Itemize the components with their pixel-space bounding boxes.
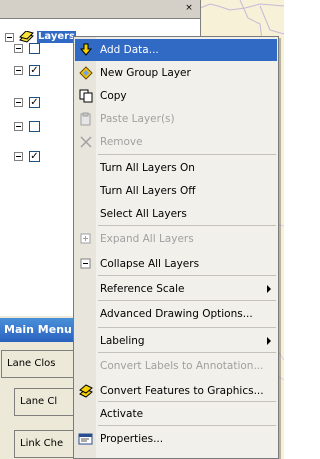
- menu-item-labeling[interactable]: Labeling: [75, 330, 277, 352]
- menu-item-label: Convert Features to Graphics...: [100, 385, 264, 397]
- menu-separator: [98, 352, 276, 353]
- menu-separator: [98, 225, 276, 226]
- collapse-toggle-icon[interactable]: [14, 66, 23, 75]
- menu-icon-slot: [76, 159, 96, 177]
- toc-title-bar: ×: [0, 0, 200, 19]
- layer-visibility-checkbox[interactable]: [29, 43, 40, 54]
- menu-item-reference-scale[interactable]: Reference Scale: [75, 278, 277, 300]
- menu-item-label: Collapse All Layers: [100, 258, 200, 270]
- main-menu-title[interactable]: Main Menu: [0, 318, 80, 342]
- menu-icon-slot: [76, 332, 96, 350]
- close-icon[interactable]: ×: [184, 3, 194, 13]
- collapse-toggle-icon[interactable]: [14, 44, 23, 53]
- menu-item-activate[interactable]: Activate: [75, 403, 277, 425]
- menu-item-copy[interactable]: Copy: [75, 85, 277, 107]
- menu-icon-slot: [76, 405, 96, 423]
- new-group-layer-icon: [76, 64, 96, 82]
- menu-separator: [98, 275, 276, 276]
- add-data-icon: [76, 41, 96, 59]
- layer-row[interactable]: ✓: [14, 96, 40, 109]
- menu-item-expand-all-layers[interactable]: Expand All Layers: [75, 228, 277, 250]
- paste-icon: [76, 110, 96, 128]
- layer-row[interactable]: ✓: [14, 150, 40, 163]
- remove-icon: [76, 133, 96, 151]
- menu-item-remove[interactable]: Remove: [75, 131, 277, 153]
- collapse-icon: [76, 255, 96, 273]
- main-menu-window: Main Menu Lane Clos Lane Cl Link Che: [0, 316, 92, 459]
- menu-separator: [98, 154, 276, 155]
- menu-item-label: Labeling: [100, 335, 145, 347]
- collapse-toggle-icon[interactable]: [14, 98, 23, 107]
- submenu-arrow-icon: [267, 285, 271, 293]
- menu-item-label: Convert Labels to Annotation...: [100, 360, 264, 372]
- layer-visibility-checkbox[interactable]: ✓: [29, 65, 40, 76]
- menu-item-label: Turn All Layers Off: [100, 185, 196, 197]
- menu-item-label: New Group Layer: [100, 67, 191, 79]
- menu-icon-slot: [76, 305, 96, 323]
- menu-item-turn-all-layers-on[interactable]: Turn All Layers On: [75, 157, 277, 179]
- layer-row[interactable]: [14, 120, 40, 133]
- menu-item-collapse-all-layers[interactable]: Collapse All Layers: [75, 253, 277, 275]
- menu-item-label: Reference Scale: [100, 283, 185, 295]
- layers-root-label[interactable]: Layers: [37, 31, 76, 43]
- menu-separator: [98, 327, 276, 328]
- menu-item-label: Properties...: [100, 433, 164, 445]
- layer-row[interactable]: [14, 42, 40, 55]
- menu-icon-slot: [76, 205, 96, 223]
- menu-item-convert-labels-to-annotation[interactable]: Convert Labels to Annotation...: [75, 355, 277, 377]
- menu-item-add-data[interactable]: Add Data...: [75, 39, 277, 61]
- layer-visibility-checkbox[interactable]: [29, 121, 40, 132]
- menu-item-label: Add Data...: [100, 44, 159, 56]
- properties-icon: [76, 430, 96, 448]
- menu-item-label: Turn All Layers On: [100, 162, 195, 174]
- menu-item-convert-features-to-graphics[interactable]: Convert Features to Graphics...: [75, 380, 277, 402]
- menu-item-properties[interactable]: Properties...: [75, 428, 277, 450]
- menu-item-label: Advanced Drawing Options...: [100, 308, 253, 320]
- collapse-toggle-icon[interactable]: [14, 122, 23, 131]
- layer-visibility-checkbox[interactable]: ✓: [29, 151, 40, 162]
- menu-item-select-all-layers[interactable]: Select All Layers: [75, 203, 277, 225]
- submenu-arrow-icon: [267, 337, 271, 345]
- menu-separator: [98, 425, 276, 426]
- menu-separator: [98, 300, 276, 301]
- menu-icon-slot: [76, 357, 96, 375]
- copy-icon: [76, 87, 96, 105]
- layer-visibility-checkbox[interactable]: ✓: [29, 97, 40, 108]
- collapse-toggle-icon[interactable]: [5, 32, 14, 42]
- menu-icon-slot: [76, 182, 96, 200]
- collapse-toggle-icon[interactable]: [14, 152, 23, 161]
- menu-item-label: Activate: [100, 408, 144, 420]
- menu-item-label: Remove: [100, 136, 143, 148]
- menu-item-new-group-layer[interactable]: New Group Layer: [75, 62, 277, 84]
- menu-item-label: Expand All Layers: [100, 233, 194, 245]
- menu-item-label: Paste Layer(s): [100, 113, 175, 125]
- convert-features-icon: [76, 382, 96, 400]
- menu-item-turn-all-layers-off[interactable]: Turn All Layers Off: [75, 180, 277, 202]
- menu-item-label: Copy: [100, 90, 127, 102]
- menu-item-label: Select All Layers: [100, 208, 187, 220]
- context-menu: Add Data... New Group Layer Copy Paste Laye…: [73, 36, 279, 459]
- menu-item-advanced-drawing-options[interactable]: Advanced Drawing Options...: [75, 303, 277, 325]
- expand-icon: [76, 230, 96, 248]
- main-menu-button-1[interactable]: Lane Clos: [1, 350, 79, 378]
- menu-item-paste-layer-s[interactable]: Paste Layer(s): [75, 108, 277, 130]
- menu-icon-slot: [76, 280, 96, 298]
- layer-row[interactable]: ✓: [14, 64, 40, 77]
